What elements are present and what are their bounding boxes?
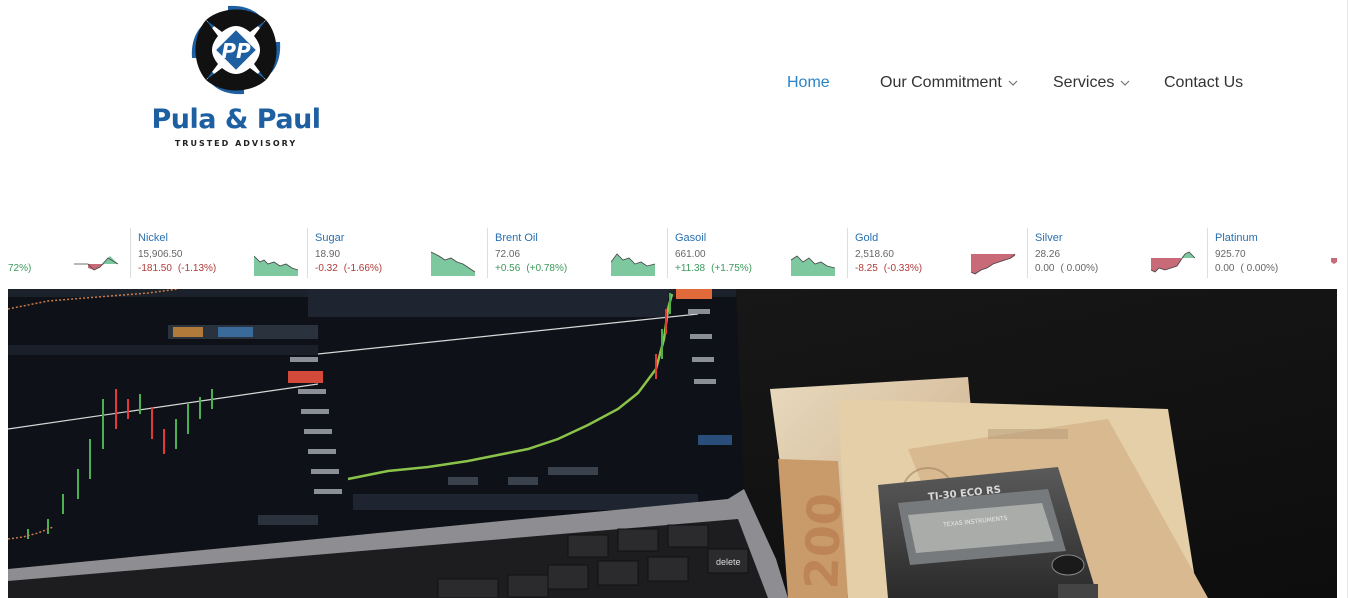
ticker-separator [307,228,308,278]
ticker-change-value: +0.56 [495,263,521,274]
logo-mark-icon: PP [191,5,281,95]
nav-our-commitment[interactable]: Our Commitment [880,74,1018,92]
ticker-change: -8.25 (-0.33%) [855,263,922,274]
ticker-price: 661.00 [675,249,706,260]
ticker-name: Nickel [138,232,168,244]
ticker-item-nickel[interactable]: Nickel 15,906.50 -181.50 (-1.13%) [130,228,309,280]
ticker-change: -181.50 (-1.13%) [138,263,216,274]
ticker-change-value: -8.25 [855,263,878,274]
ticker-separator [130,228,131,278]
ticker-change-pct: (-0.33%) [883,263,923,274]
ticker-price: 18.90 [315,249,341,260]
nav-contact-us-label: Contact Us [1164,74,1244,91]
ticker-name: Brent Oil [495,232,538,244]
ticker-item-sugar[interactable]: Sugar 18.90 -0.32 (-1.66%) [307,228,486,280]
ticker-change: -0.32 (-1.66%) [315,263,382,274]
ticker-change-value: 0.00 [1035,263,1055,274]
ticker-change-value: -0.32 [315,263,338,274]
ticker-name: Silver [1035,232,1063,244]
sparkline-chart [74,256,118,271]
ticker-separator [847,228,848,278]
ticker-item-platinum[interactable]: Platinum 925.70 0.00 ( 0.00%) [1207,228,1349,280]
ticker-name: Sugar [315,232,345,244]
nav-services[interactable]: Services [1053,74,1130,92]
ticker-name: Gasoil [675,232,707,244]
sparkline-chart [791,255,835,276]
ticker-price: 15,906.50 [138,249,183,260]
nav-home-label: Home [787,74,830,91]
ticker-item-silver[interactable]: Silver 28.26 0.00 ( 0.00%) [1027,228,1206,280]
ticker-item-brent-oil[interactable]: Brent Oil 72.06 +0.56 (+0.78%) [487,228,666,280]
sparkline-chart [254,255,298,276]
sparkline-chart [1331,258,1337,264]
ticker-name: Gold [855,232,879,244]
nav-contact-us[interactable]: Contact Us [1164,74,1243,92]
nav-home[interactable]: Home [787,74,830,92]
svg-text:200: 200 [794,492,851,590]
ticker-price: 925.70 [1215,249,1246,260]
sparkline-chart [611,253,655,276]
hero-key-label: delete [716,557,741,567]
hero-image: delete 200 TI-30 ECO RS TEXAS INSTRUMENT… [8,289,1337,598]
ticker-change-pct: ( 0.00%) [1060,263,1099,274]
ticker-change-pct: (-1.13%) [177,263,217,274]
ticker-separator [487,228,488,278]
ticker-separator [1027,228,1028,278]
ticker-change-pct: (+1.75%) [711,263,752,274]
brand-logo[interactable]: PP Pula & Paul TRUSTED ADVISORY [150,0,322,152]
chevron-down-icon [1008,80,1018,86]
ticker-change: 0.00 ( 0.00%) [1215,263,1278,274]
ticker-change-pct: (+0.78%) [526,263,568,274]
sparkline-chart [971,253,1015,275]
nav-services-label: Services [1053,74,1115,91]
ticker-separator [1207,228,1208,278]
ticker-change: +11.38 (+1.75%) [675,263,752,274]
page-edge-divider [1347,0,1348,598]
sparkline-chart [431,251,475,276]
site-header: PP Pula & Paul TRUSTED ADVISORY Home Our… [0,0,1349,200]
sparkline-chart [1151,251,1195,273]
ticker-item-gasoil[interactable]: Gasoil 661.00 +11.38 (+1.75%) [667,228,846,280]
chevron-down-icon [1120,80,1130,86]
ticker-change: +0.56 (+0.78%) [495,263,567,274]
ticker-separator [667,228,668,278]
ticker-price: 28.26 [1035,249,1061,260]
ticker-price: 72.06 [495,249,521,260]
ticker-change-value: -181.50 [138,263,172,274]
nav-our-commitment-label: Our Commitment [880,74,1002,91]
brand-name: Pula & Paul [151,104,321,135]
ticker-name: Platinum [1215,232,1258,244]
ticker-partial-pct: 72%) [8,263,32,274]
ticker-price: 2,518.60 [855,249,894,260]
ticker-change: 0.00 ( 0.00%) [1035,263,1098,274]
ticker-change-value: 0.00 [1215,263,1235,274]
ticker-change-pct: (-1.66%) [343,263,383,274]
ticker-item-gold[interactable]: Gold 2,518.60 -8.25 (-0.33%) [847,228,1026,280]
ticker-item-partial[interactable]: 72%) [0,228,129,280]
logo-monogram: PP [221,39,251,63]
ticker-change-value: +11.38 [675,263,706,274]
hero-photo-laptop-chart: delete 200 TI-30 ECO RS TEXAS INSTRUMENT… [8,289,1337,598]
ticker-change-pct: ( 0.00%) [1240,263,1279,274]
commodity-ticker: 72%) Nickel 15,906.50 -181.50 (-1.13%) Su… [0,228,1349,280]
brand-tagline: TRUSTED ADVISORY [174,139,298,148]
